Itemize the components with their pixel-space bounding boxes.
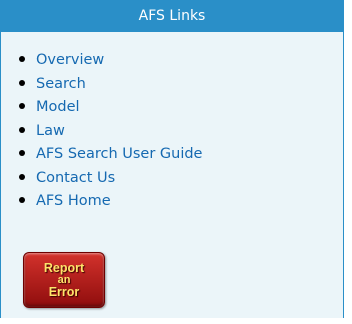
list-item: Overview: [19, 49, 202, 73]
report-button-line-1: Report: [43, 260, 85, 275]
list-item: AFS Search User Guide: [19, 143, 202, 167]
list-item: Model: [19, 96, 202, 120]
panel-body: Overview Search Model Law AFS Search Use…: [1, 32, 343, 318]
bullet-icon: [19, 79, 25, 86]
link-overview[interactable]: Overview: [36, 52, 104, 68]
bullet-icon: [19, 56, 25, 62]
bullet-icon: [19, 103, 25, 109]
list-item: Law: [19, 120, 202, 144]
panel-header: AFS Links: [1, 0, 343, 32]
link-contact-us[interactable]: Contact Us: [36, 170, 115, 186]
bullet-icon: [19, 150, 25, 156]
bullet-icon: [19, 197, 25, 203]
bullet-icon: [19, 173, 25, 180]
list-item: Contact Us: [19, 167, 202, 191]
link-list: Overview Search Model Law AFS Search Use…: [19, 49, 202, 214]
list-item: AFS Home: [19, 190, 202, 214]
bullet-icon: [19, 126, 25, 133]
link-afs-home[interactable]: AFS Home: [36, 193, 111, 209]
link-law[interactable]: Law: [36, 123, 65, 139]
link-model[interactable]: Model: [36, 99, 80, 115]
report-an-error-button[interactable]: Report an Error: [23, 252, 105, 308]
report-button-line-2: an: [57, 273, 71, 286]
list-item: Search: [19, 73, 202, 97]
link-afs-search-user-guide[interactable]: AFS Search User Guide: [36, 146, 202, 162]
afs-links-panel: AFS Links Overview Search Model Law AFS …: [0, 0, 344, 318]
report-button-line-3: Error: [48, 284, 80, 299]
link-search[interactable]: Search: [36, 76, 86, 92]
